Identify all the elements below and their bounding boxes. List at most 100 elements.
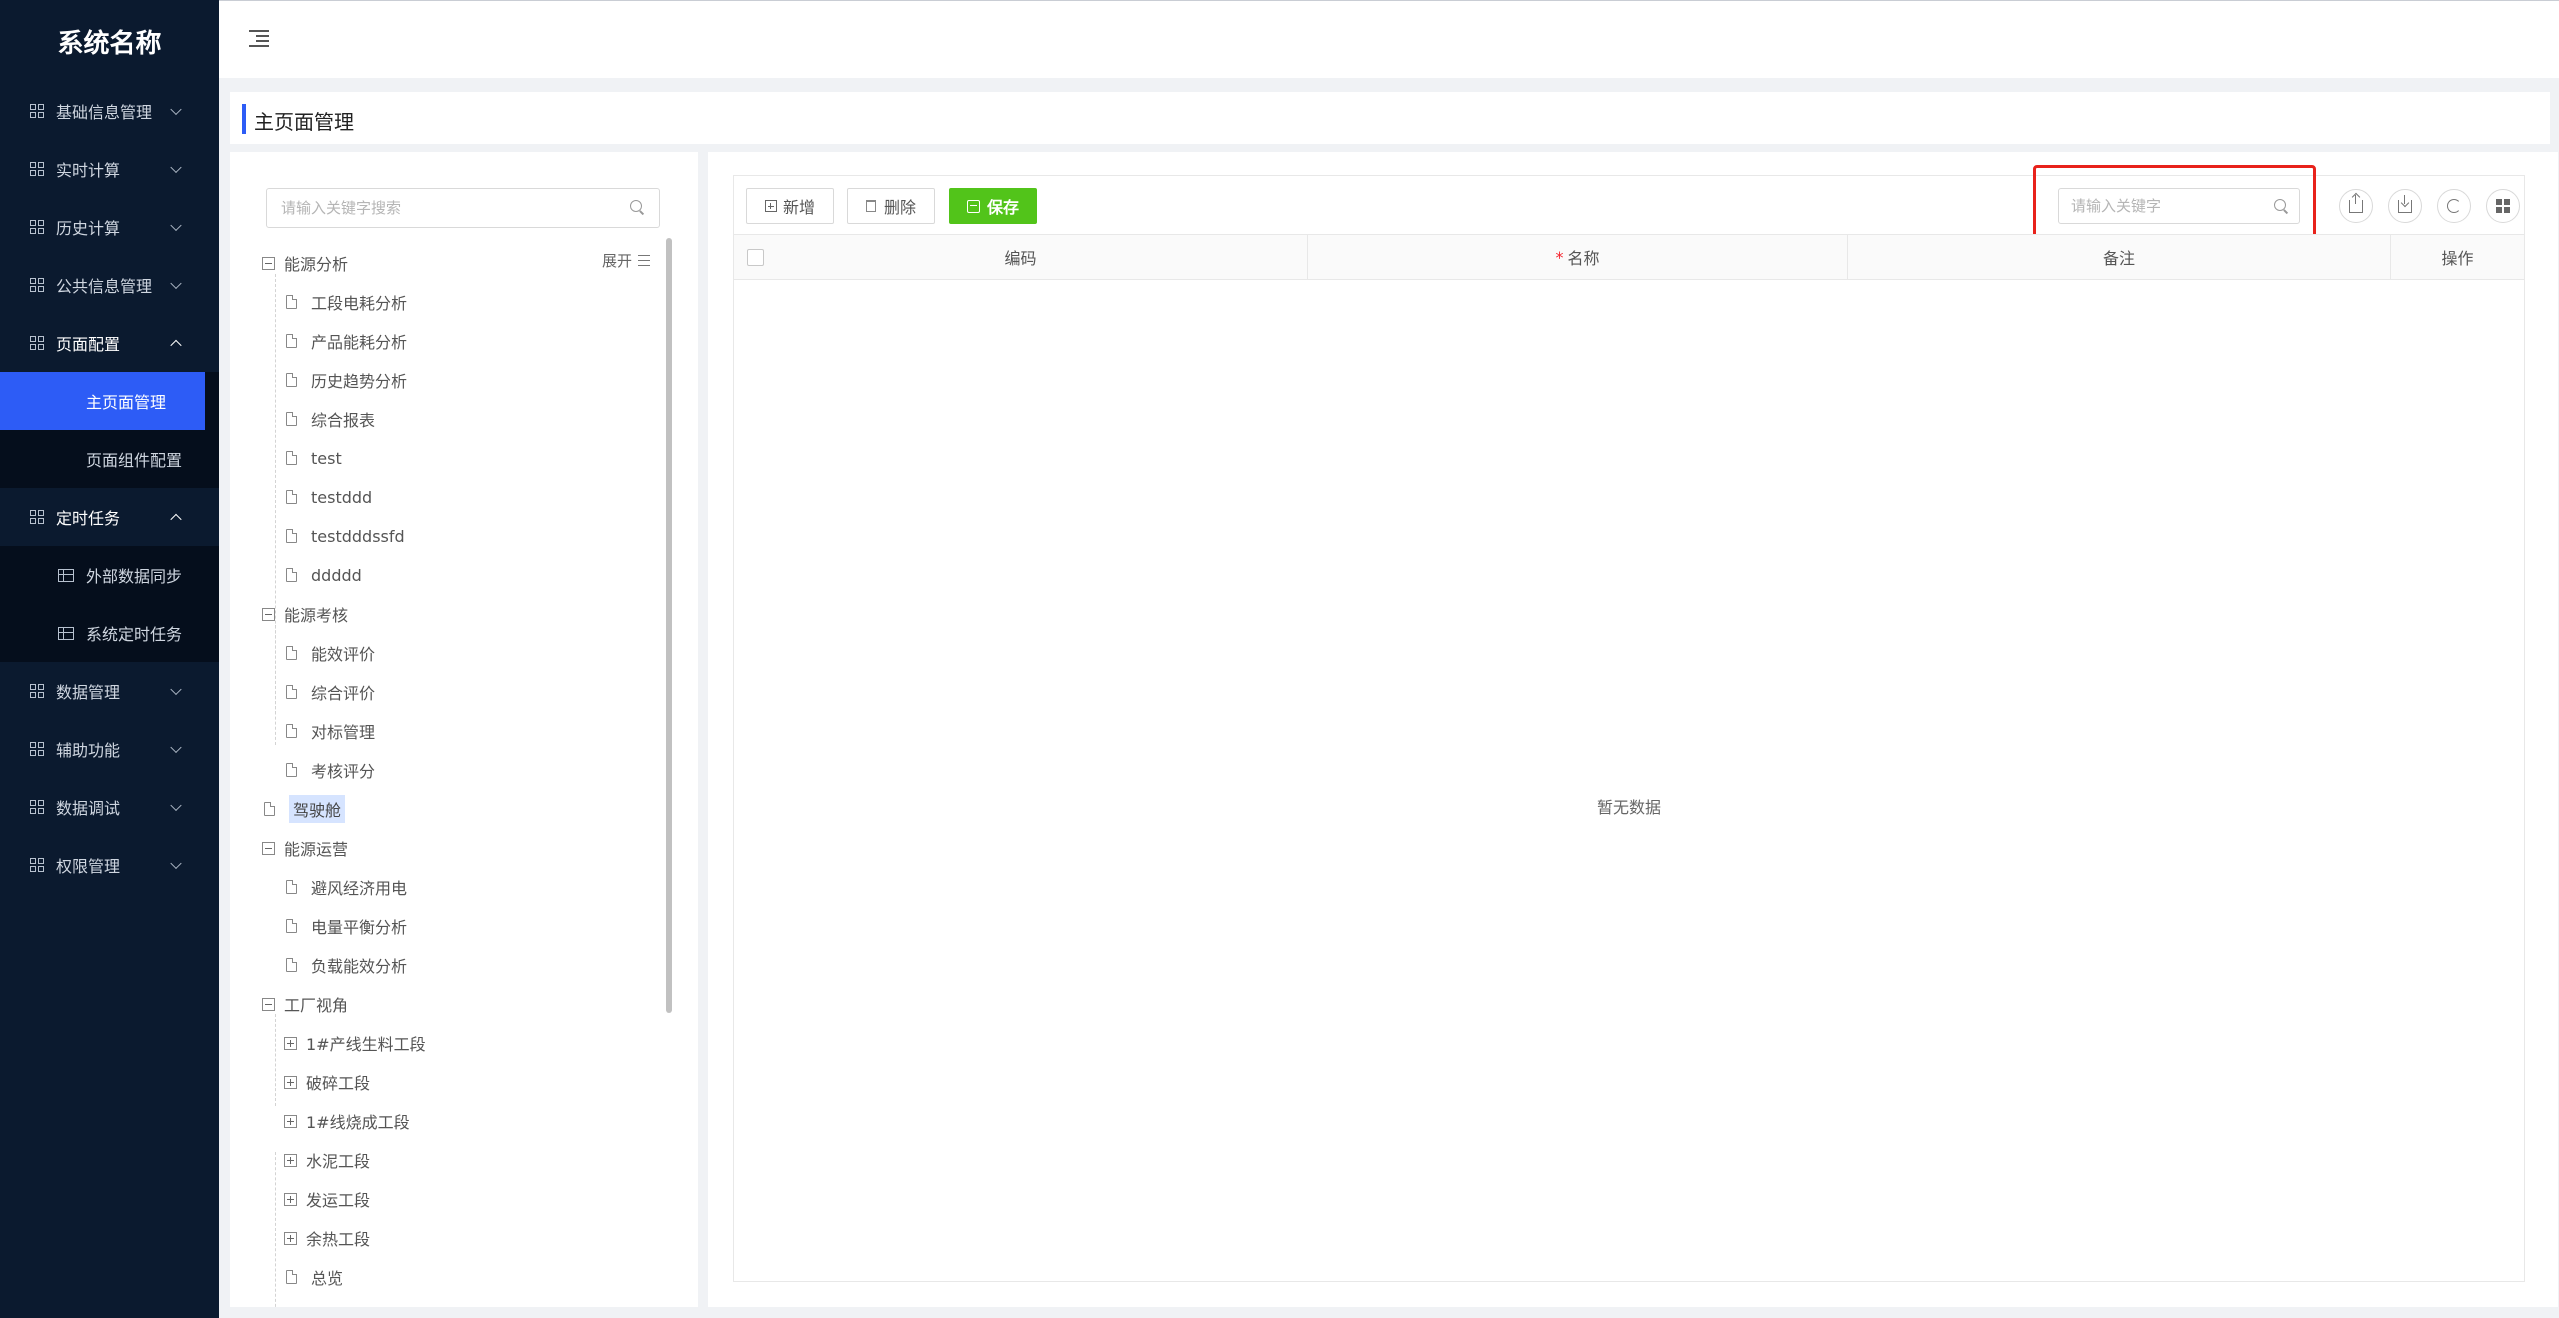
tree-node[interactable]: 工段电耗分析 [286,290,407,314]
upload-icon [2349,194,2363,213]
plus-icon [764,200,777,212]
tree-node[interactable]: 余热工段 [284,1226,370,1250]
expand-icon[interactable] [284,1231,297,1245]
tree-node[interactable]: 避风经济用电 [286,875,407,899]
sidebar-item-external-sync[interactable]: 外部数据同步 [0,546,219,604]
layout-icon [2496,199,2510,213]
collapse-icon[interactable] [262,607,275,621]
tree-scrollbar[interactable] [666,238,672,1013]
sidebar-item-scheduled-tasks[interactable]: 定时任务 [0,488,219,546]
add-button[interactable]: 新增 [746,188,834,224]
file-icon [286,334,297,348]
sidebar-item-public-info[interactable]: 公共信息管理 [0,256,219,314]
expand-icon[interactable] [284,1075,297,1089]
menu-collapse-icon[interactable] [249,29,269,47]
sidebar-item-page-component-config[interactable]: 页面组件配置 [0,430,219,488]
chevron-down-icon [170,103,182,116]
chevron-down-icon [170,219,182,232]
sidebar-item-realtime-calc[interactable]: 实时计算 [0,140,219,198]
sidebar-item-main-page-manage[interactable]: 主页面管理 [0,372,205,430]
sidebar-item-data-debug[interactable]: 数据调试 [0,778,219,836]
expand-icon[interactable] [284,1114,297,1128]
tree-node[interactable]: 破碎工段 [284,1070,370,1094]
tree-node-energy-assessment[interactable]: 能源考核 [262,602,348,626]
tree-node[interactable]: 对标管理 [286,719,375,743]
trash-icon [865,200,876,212]
file-icon [264,802,275,816]
export-button[interactable] [2388,189,2422,223]
grid-icon [30,336,44,350]
save-button[interactable]: 保存 [949,188,1037,224]
sidebar-item-label: 权限管理 [56,857,121,876]
expand-icon[interactable] [284,1036,297,1050]
tree-node[interactable]: 综合报表 [286,407,375,431]
tree-node[interactable]: 考核评分 [286,758,375,782]
chevron-down-icon [170,741,182,754]
tree-search-input[interactable] [281,199,621,217]
column-header-code[interactable]: 编码 [734,235,1308,279]
tree-node[interactable]: 发运工段 [284,1187,370,1211]
collapse-icon[interactable] [262,997,275,1011]
keyword-search-input[interactable] [2071,197,2271,215]
selected-node-label: 驾驶舱 [289,795,346,823]
keyword-search-box [2058,188,2300,224]
tree-node-energy-operation[interactable]: 能源运营 [262,836,348,860]
import-button[interactable] [2339,189,2373,223]
tree-node[interactable]: 1#线烧成工段 [284,1109,410,1133]
tree-node[interactable]: 电量平衡分析 [286,914,407,938]
file-icon [286,880,297,894]
top-header [219,0,2559,78]
tree-node[interactable]: testdddssfd [286,524,405,548]
search-icon[interactable] [2274,199,2289,214]
tree-node[interactable]: 能效评价 [286,641,375,665]
refresh-button[interactable] [2437,189,2471,223]
chevron-down-icon [170,683,182,696]
sidebar-item-data-manage[interactable]: 数据管理 [0,662,219,720]
page-title: 主页面管理 [254,110,354,134]
tree-search-box [266,188,660,228]
sidebar-item-label: 实时计算 [56,161,121,180]
tree-node-cockpit[interactable]: 驾驶舱 [264,795,346,823]
table-toolbar: 新增 删除 保存 [734,165,2524,243]
table-header: 编码 * 名称 备注 操作 [734,234,2524,280]
sidebar-item-history-calc[interactable]: 历史计算 [0,198,219,256]
expand-all-button[interactable]: 展开 [602,250,651,271]
search-icon[interactable] [630,200,645,215]
sidebar-item-basic-info[interactable]: 基础信息管理 [0,82,219,140]
tree-node[interactable]: testddd [286,485,372,509]
expand-label: 展开 [602,252,633,270]
grid-icon [30,510,44,524]
chevron-up-icon [170,339,182,352]
column-settings-button[interactable] [2486,189,2520,223]
column-header-name[interactable]: * 名称 [1308,235,1848,279]
sidebar-submenu-scheduled-tasks: 外部数据同步 系统定时任务 [0,546,219,662]
tree-node[interactable]: ddddd [286,563,362,587]
sidebar-item-label: 页面配置 [56,335,121,354]
file-icon [286,763,297,777]
tree-node-factory-view[interactable]: 工厂视角 [262,992,348,1016]
file-icon [286,490,297,504]
column-header-remark[interactable]: 备注 [1848,235,2391,279]
collapse-icon[interactable] [262,256,275,270]
tree-node[interactable]: 1#产线生料工段 [284,1031,426,1055]
sidebar-item-system-timer[interactable]: 系统定时任务 [0,604,219,662]
delete-button[interactable]: 删除 [847,188,935,224]
tree-node-energy-analysis[interactable]: 能源分析 [262,251,348,275]
list-icon [638,255,651,266]
tree-node[interactable]: test [286,446,342,470]
tree-node[interactable]: 总览 [286,1265,343,1289]
collapse-icon[interactable] [262,841,275,855]
tree-node[interactable]: 水泥工段 [284,1148,370,1172]
file-icon [286,529,297,543]
table-icon [58,626,74,640]
tree-node[interactable]: 产品能耗分析 [286,329,407,353]
tree-node[interactable]: 负载能效分析 [286,953,407,977]
tree-node[interactable]: 综合评价 [286,680,375,704]
sidebar-item-permission[interactable]: 权限管理 [0,836,219,894]
expand-icon[interactable] [284,1192,297,1206]
sidebar: 系统名称 基础信息管理 实时计算 历史计算 公共信息管理 页面配置 主页面管理 … [0,0,219,1318]
sidebar-item-page-config[interactable]: 页面配置 [0,314,219,372]
expand-icon[interactable] [284,1153,297,1167]
tree-node[interactable]: 历史趋势分析 [286,368,407,392]
sidebar-item-aux-functions[interactable]: 辅助功能 [0,720,219,778]
